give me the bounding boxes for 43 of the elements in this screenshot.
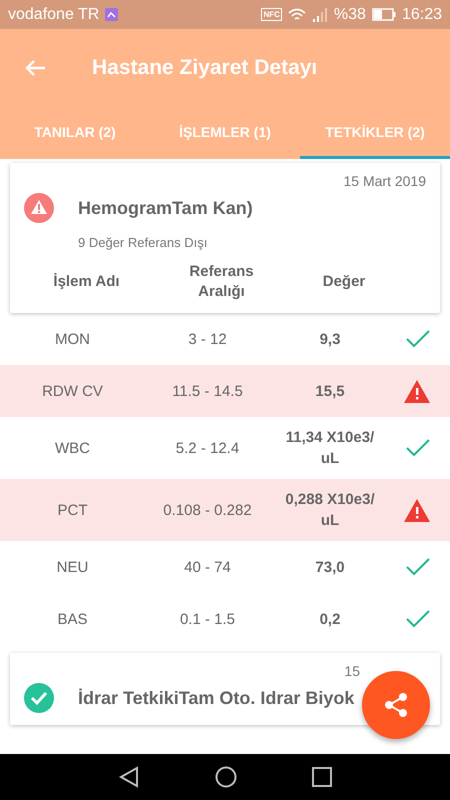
test-name: BAS	[56, 610, 88, 628]
test-card[interactable]: 15 Mart 2019 HemogramTam Kan) 9 Değer Referans Dışı İşlem Adı Referans Aralığı Değer	[10, 163, 440, 313]
tab[interactable]: TETKİKLER (2)	[300, 107, 450, 159]
test-card[interactable]: 15 İdrar TetkikiTam Oto. Idrar Biyok	[10, 653, 440, 725]
reference-range: 5.2 - 12.4	[174, 440, 240, 456]
recents-icon[interactable]	[312, 767, 332, 787]
reference-range: 0.108 - 0.282	[162, 502, 253, 518]
tab[interactable]: TANILAR (2)	[0, 107, 150, 159]
test-value: 15,5	[314, 382, 346, 402]
test-value: 11,34 X10e3/ uL	[284, 428, 376, 469]
home-icon[interactable]	[215, 766, 237, 788]
test-value: 0,2	[318, 610, 342, 630]
battery-icon	[372, 8, 396, 21]
carrier-name: vodafone TR	[8, 6, 100, 24]
test-date: 15	[343, 663, 361, 679]
test-value: 9,3	[318, 330, 342, 350]
test-value: 0,288 X10e3/ uL	[284, 490, 376, 531]
test-name: WBC	[54, 440, 91, 456]
reference-range: 3 - 12	[187, 330, 228, 348]
test-date: 15 Mart 2019	[342, 173, 426, 189]
out-of-range-count: 9 Değer Referans Dışı	[78, 235, 208, 250]
back-icon[interactable]	[118, 766, 140, 788]
clock-time: 16:23	[402, 6, 442, 24]
battery-percent: %38	[334, 6, 366, 24]
test-name: NEU	[56, 558, 90, 576]
share-icon	[383, 692, 409, 718]
test-value: 73,0	[314, 558, 346, 578]
test-title: İdrar TetkikiTam Oto. Idrar Biyok	[78, 688, 354, 708]
column-header: Referans Aralığı	[188, 262, 255, 301]
wifi-icon	[288, 8, 306, 22]
signal-icon	[312, 8, 328, 22]
test-name: RDW CV	[41, 382, 104, 400]
screen-title: Hastane Ziyaret Detayı	[92, 56, 318, 80]
test-title: HemogramTam Kan)	[78, 198, 253, 218]
reference-range: 0.1 - 1.5	[178, 610, 236, 628]
column-header: Değer	[322, 272, 366, 292]
nfc-icon: NFC	[261, 8, 282, 21]
test-name: PCT	[56, 502, 88, 518]
test-name: MON	[54, 330, 91, 348]
reference-range: 40 - 74	[183, 558, 232, 576]
tab[interactable]: İŞLEMLER (1)	[150, 107, 300, 159]
column-header: İşlem Adı	[52, 272, 121, 292]
reference-range: 11.5 - 14.5	[171, 382, 244, 400]
